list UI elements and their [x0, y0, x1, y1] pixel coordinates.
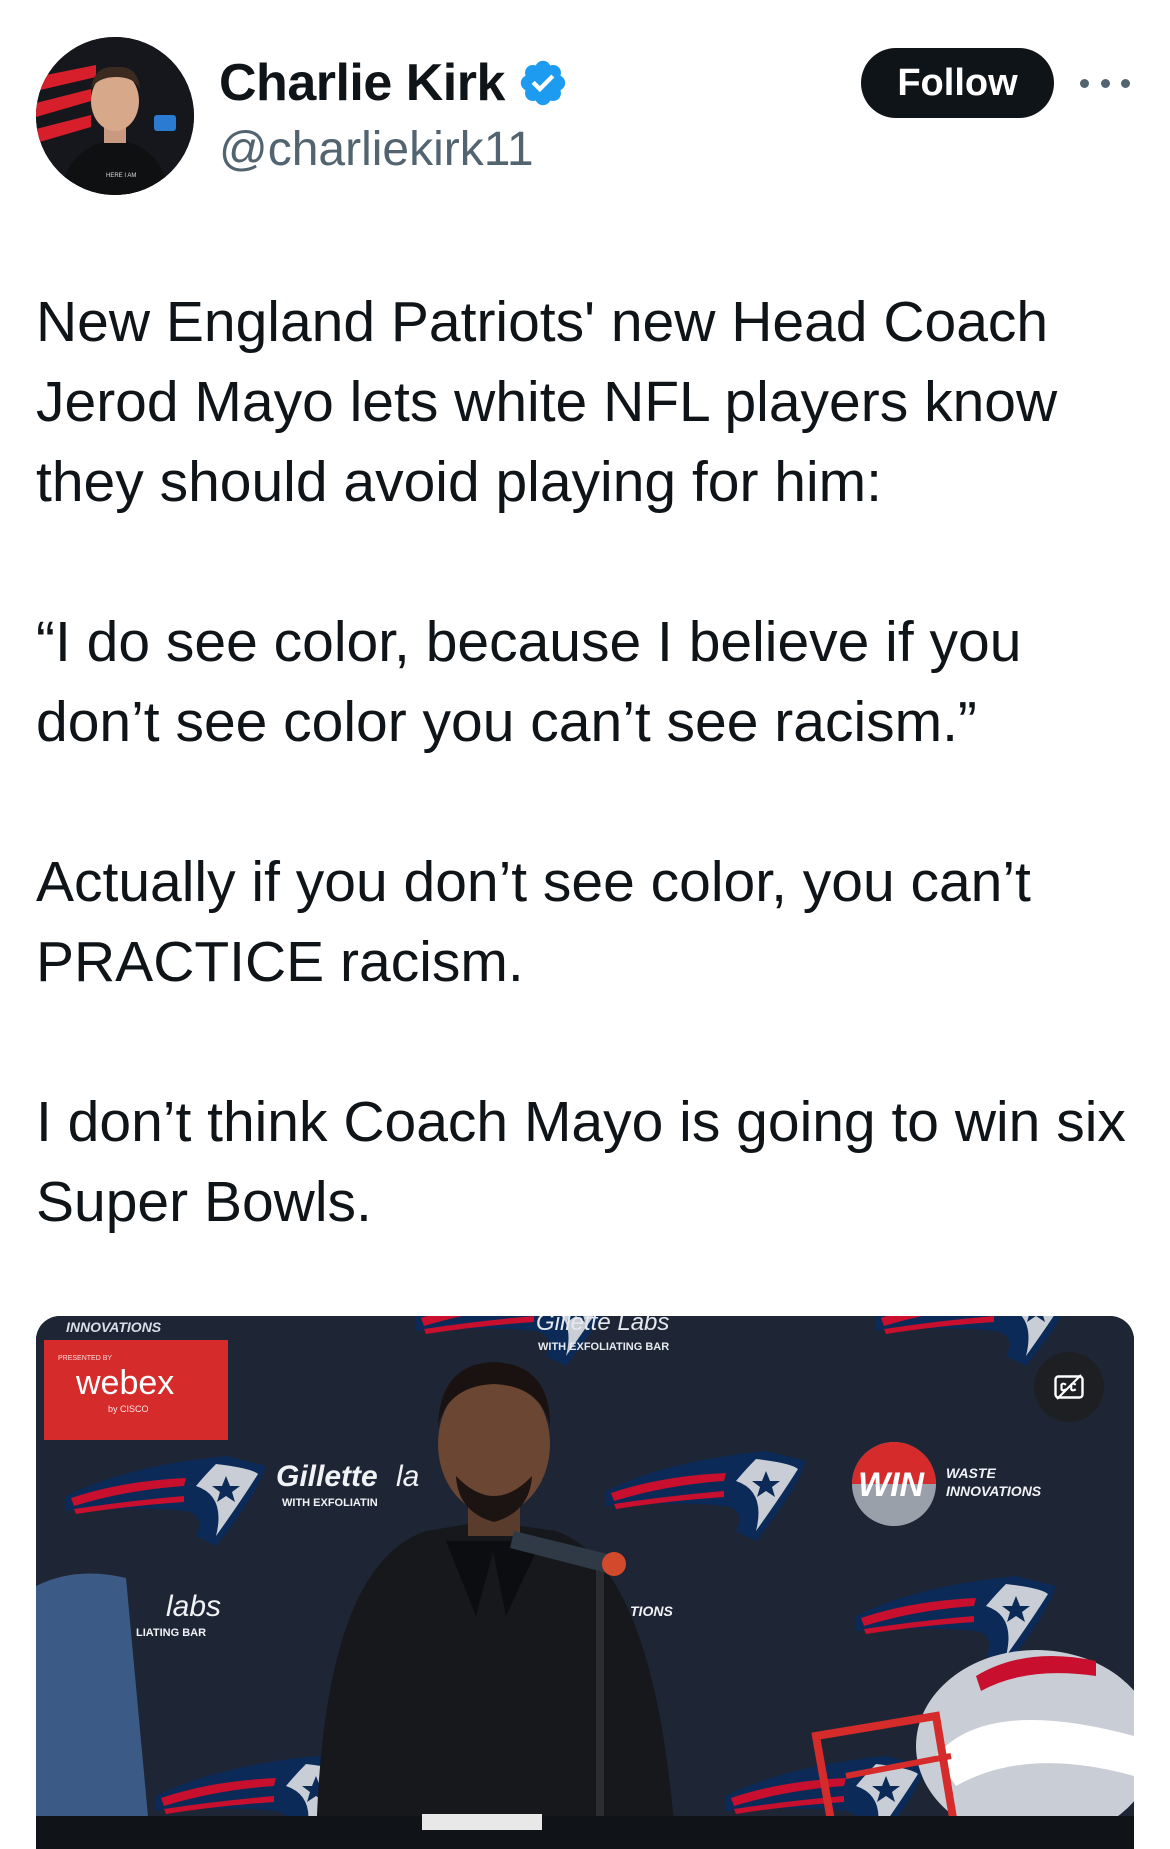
- tweet-paragraph: I don’t think Coach Mayo is going to win…: [36, 1090, 1126, 1234]
- author-name-row: Charlie Kirk: [219, 50, 569, 116]
- gillette-top-text: Gillette Labs: [536, 1316, 669, 1336]
- follow-button[interactable]: Follow: [861, 48, 1054, 118]
- gillette-mid-text: Gillette: [276, 1460, 378, 1493]
- webex-logo-text: webex: [75, 1364, 174, 1402]
- tweet-paragraph: New England Patriots' new Head Coach Jer…: [36, 290, 1058, 514]
- verified-badge-icon: [517, 57, 569, 109]
- more-dot: [1080, 78, 1089, 88]
- gillette-top-sub-text: WITH EXFOLIATING BAR: [538, 1341, 669, 1353]
- closed-captions-icon[interactable]: [1034, 1352, 1104, 1422]
- mic-stand: [596, 1566, 604, 1826]
- more-dot: [1121, 78, 1130, 88]
- author-display-name[interactable]: Charlie Kirk: [219, 53, 505, 113]
- labs-left-text: labs: [166, 1590, 221, 1623]
- author-avatar[interactable]: HERE I AM: [36, 37, 194, 195]
- presented-by-text: PRESENTED BY: [58, 1355, 112, 1362]
- avatar-shirt-text: HERE I AM: [106, 173, 136, 179]
- video-frame: PRESENTED BY webex by CISCO INNOVATIONS …: [36, 1316, 1134, 1849]
- tweet-header: HERE I AM Charlie Kirk @charliekirk11 Fo…: [0, 0, 1170, 230]
- tions-text: TIONS: [630, 1603, 673, 1619]
- gillette-mid-sub-text: WITH EXFOLIATIN: [282, 1497, 378, 1509]
- avatar-photo: HERE I AM: [36, 37, 194, 195]
- author-handle[interactable]: @charliekirk11: [219, 122, 534, 177]
- tweet-video[interactable]: PRESENTED BY webex by CISCO INNOVATIONS …: [36, 1316, 1134, 1849]
- labs-left-sub-text: LIATING BAR: [136, 1627, 206, 1639]
- more-options-icon[interactable]: [1080, 68, 1130, 98]
- win-logo-text: WIN: [858, 1466, 926, 1504]
- gillette-mid-tail-text: la: [396, 1460, 419, 1493]
- webex-sub-text: by CISCO: [108, 1404, 149, 1414]
- innovations-text: INNOVATIONS: [946, 1483, 1042, 1499]
- waste-text: WASTE: [946, 1465, 996, 1481]
- more-dot: [1100, 78, 1110, 88]
- win-innovations-top-text: INNOVATIONS: [66, 1319, 162, 1335]
- tweet-paragraph: “I do see color, because I believe if yo…: [36, 610, 1022, 754]
- tweet-paragraph: Actually if you don’t see color, you can…: [36, 850, 1031, 994]
- tweet-body: New England Patriots' new Head Coach Jer…: [36, 282, 1146, 1242]
